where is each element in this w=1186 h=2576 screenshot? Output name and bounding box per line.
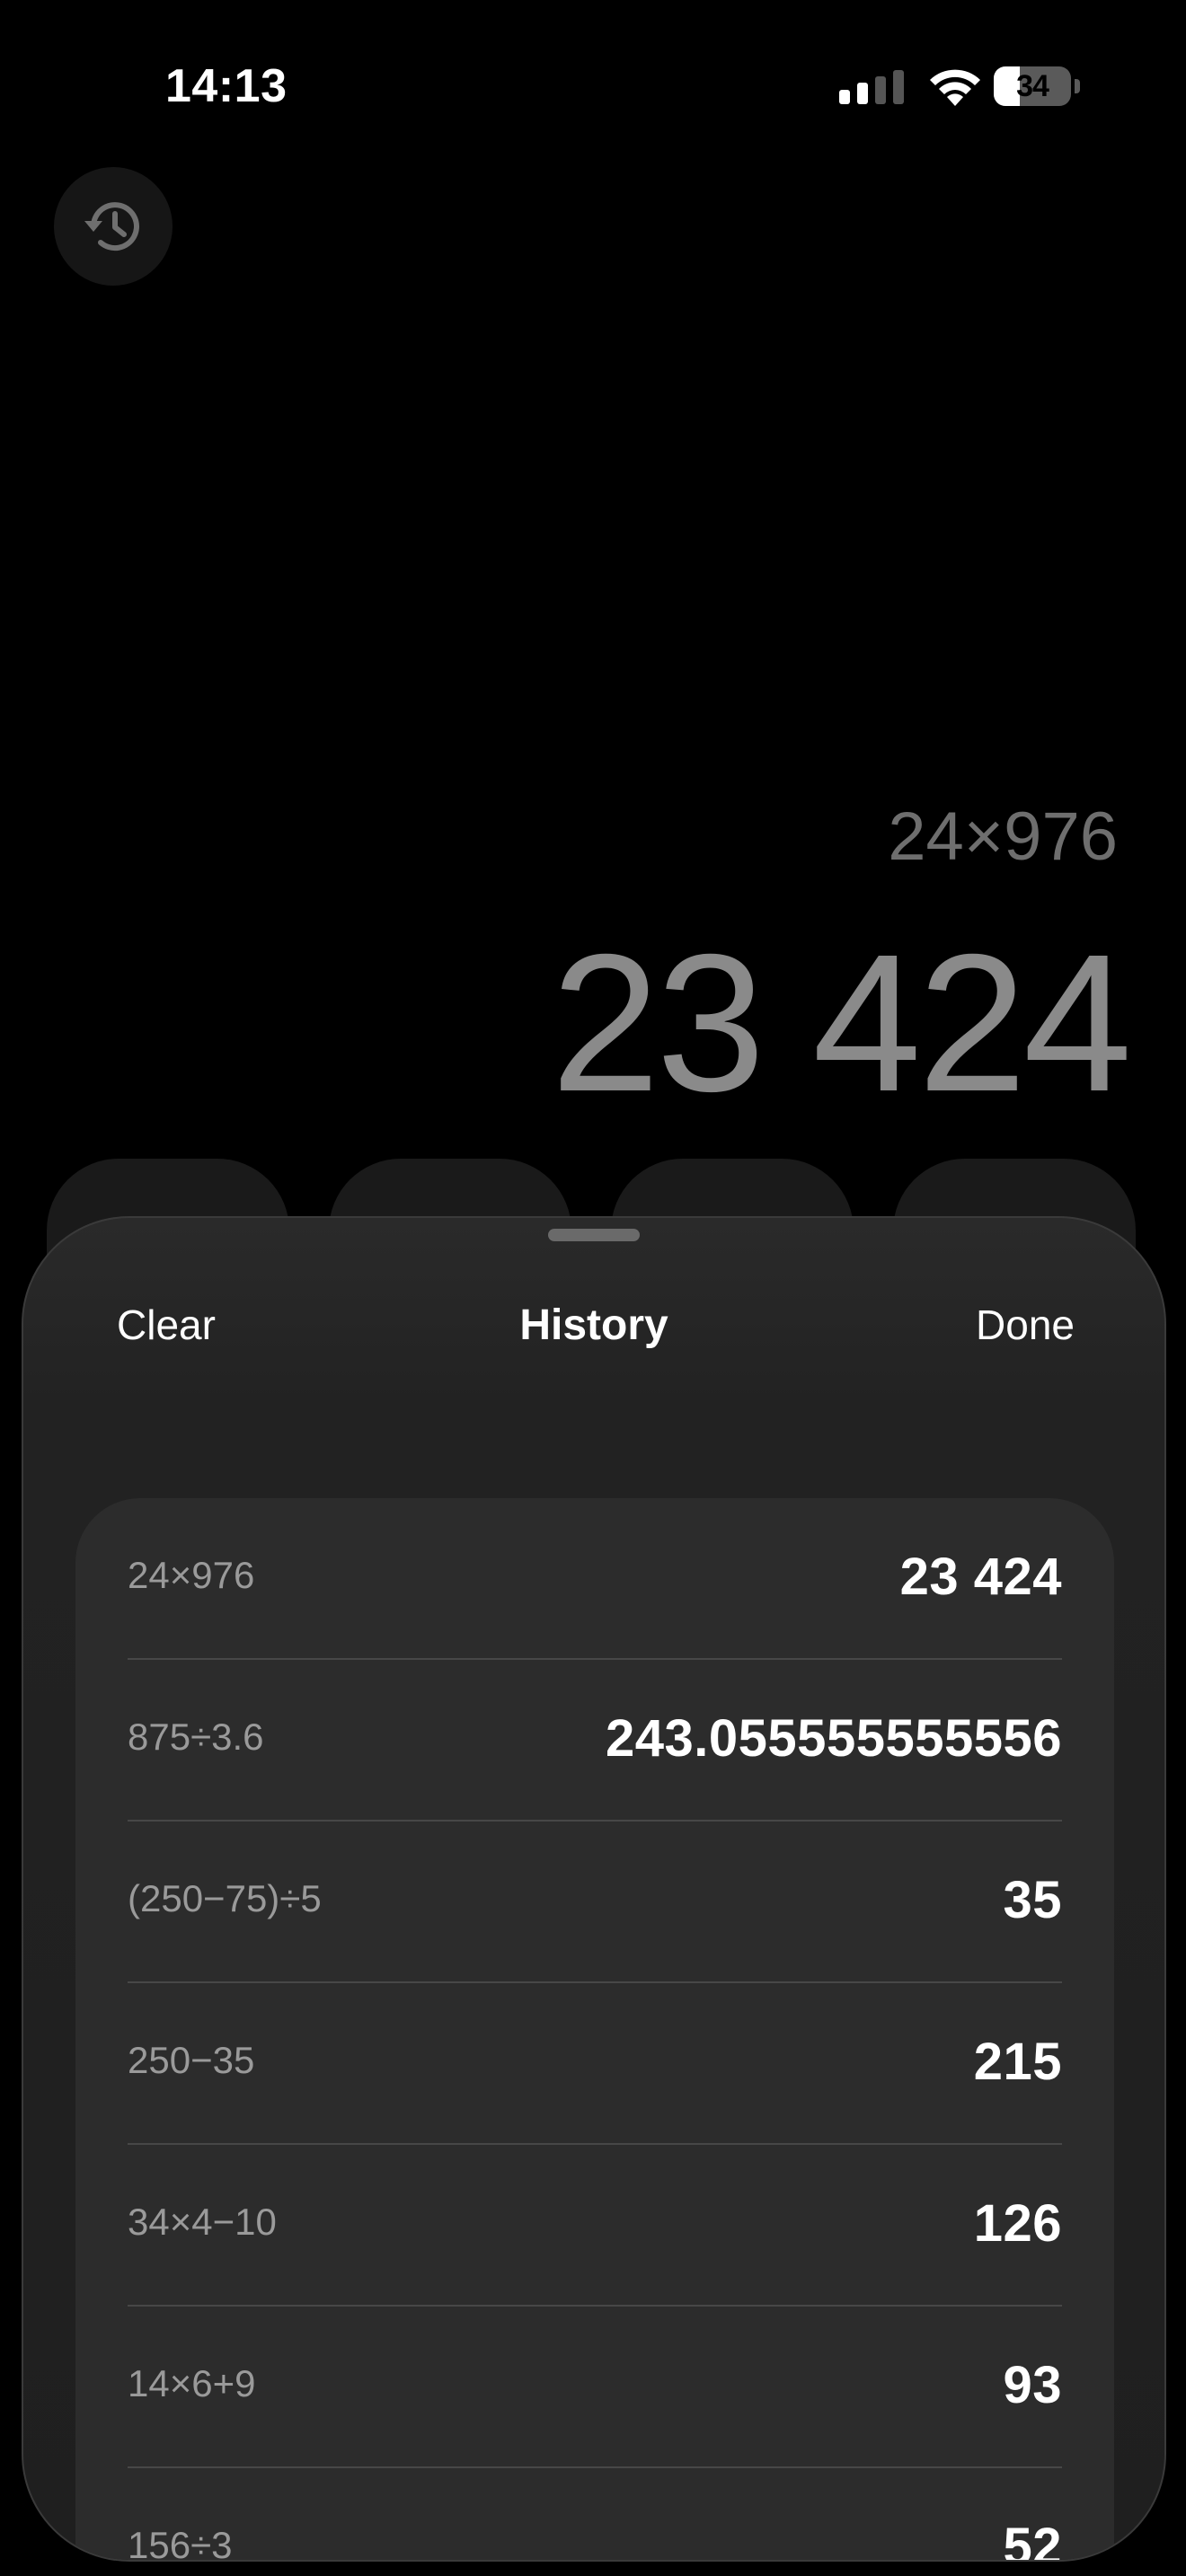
history-result: 243.055555555556: [606, 1709, 1062, 1768]
cellular-signal-icon: [839, 70, 904, 104]
history-button[interactable]: [54, 167, 173, 286]
wifi-icon: [930, 69, 980, 106]
history-result: 52: [1003, 2518, 1062, 2562]
history-expression: 875÷3.6: [128, 1716, 264, 1758]
status-icons: 34: [839, 63, 1082, 110]
done-button[interactable]: Done: [976, 1301, 1075, 1349]
history-result: 93: [1003, 2356, 1062, 2414]
battery-icon: 34: [994, 66, 1080, 106]
history-sheet: History Clear Done 24×976 23 424 875÷3.6…: [22, 1216, 1166, 2562]
history-expression: 34×4−10: [128, 2201, 277, 2243]
history-row[interactable]: (250−75)÷5 35: [128, 1822, 1062, 1983]
history-result: 35: [1003, 1871, 1062, 1929]
history-expression: 14×6+9: [128, 2362, 256, 2404]
history-row[interactable]: 250−35 215: [128, 1983, 1062, 2145]
sheet-grabber[interactable]: [548, 1229, 640, 1241]
history-result: 126: [973, 2194, 1062, 2253]
history-row[interactable]: 156÷3 52: [128, 2468, 1062, 2562]
status-time: 14:13: [165, 60, 288, 112]
history-result: 215: [973, 2033, 1062, 2091]
calculator-screen: 14:13 34 24×976 23 424 History Clear Don…: [0, 0, 1186, 2576]
history-list: 24×976 23 424 875÷3.6 243.055555555556 (…: [75, 1498, 1114, 2562]
history-expression: 250−35: [128, 2039, 255, 2081]
expression-display: 24×976: [888, 798, 1118, 875]
history-expression: 24×976: [128, 1554, 255, 1596]
history-row[interactable]: 24×976 23 424: [128, 1498, 1062, 1660]
history-expression: (250−75)÷5: [128, 1877, 322, 1919]
clear-button[interactable]: Clear: [117, 1301, 216, 1349]
result-display: 23 424: [551, 914, 1132, 1133]
history-row[interactable]: 14×6+9 93: [128, 2307, 1062, 2468]
history-expression: 156÷3: [128, 2524, 233, 2562]
history-row[interactable]: 34×4−10 126: [128, 2145, 1062, 2307]
battery-percent: 34: [1016, 69, 1049, 103]
history-icon: [84, 202, 139, 251]
history-row[interactable]: 875÷3.6 243.055555555556: [128, 1660, 1062, 1822]
history-result: 23 424: [899, 1548, 1062, 1606]
